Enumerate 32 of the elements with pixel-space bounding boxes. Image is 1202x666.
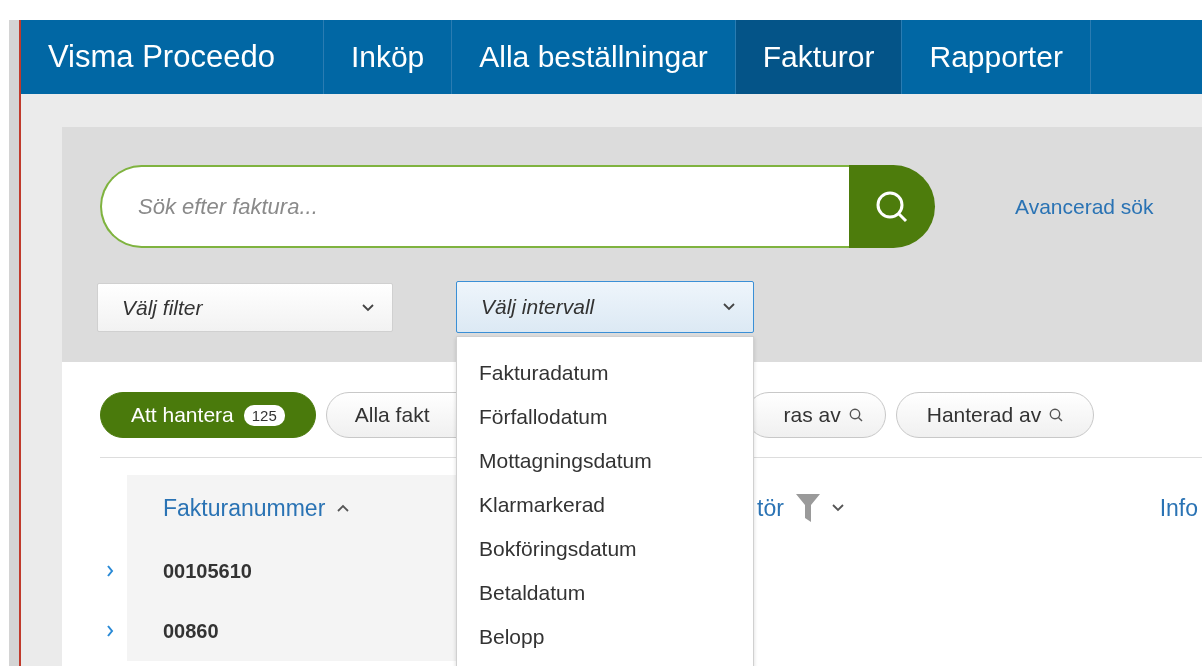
menu-item[interactable]: Klarmarkerad bbox=[457, 483, 753, 527]
menu-item[interactable]: Fakturadatum bbox=[457, 351, 753, 395]
nav-tab[interactable]: Inköp bbox=[323, 20, 453, 94]
menu-item[interactable]: Betaldatum bbox=[457, 571, 753, 615]
nav-tab[interactable]: Rapporter bbox=[902, 20, 1091, 94]
dropdown[interactable]: Välj filter bbox=[97, 283, 393, 332]
filter-chip[interactable]: Att hantera 125 bbox=[100, 392, 316, 438]
menu-item[interactable]: Bokföringsdatum bbox=[457, 527, 753, 571]
sort-up-icon bbox=[337, 504, 350, 512]
menu-item[interactable]: Mottagningsdatum bbox=[457, 439, 753, 483]
search-icon bbox=[848, 408, 863, 422]
dropdown[interactable]: Välj intervall bbox=[456, 281, 754, 333]
search-button[interactable] bbox=[849, 165, 935, 248]
advanced-search-link[interactable]: Avancerad sök bbox=[1015, 194, 1154, 219]
chevron-down-icon bbox=[723, 303, 735, 311]
chevron-down-icon bbox=[831, 504, 844, 512]
app-logo-text[interactable]: Visma Proceedo bbox=[21, 20, 324, 94]
filter-icon[interactable] bbox=[795, 494, 820, 522]
chevron-down-icon bbox=[362, 303, 374, 312]
nav-tab[interactable]: Alla beställningar bbox=[452, 20, 736, 94]
filter-chip[interactable]: Hanterad av bbox=[895, 392, 1095, 438]
table-cell: 00105610 bbox=[127, 541, 457, 601]
column-header[interactable]: Info bbox=[1159, 494, 1198, 522]
nav-tab[interactable]: Fakturor bbox=[735, 20, 903, 94]
expand-chevron-icon[interactable] bbox=[105, 625, 114, 637]
column-header[interactable]: tör bbox=[757, 494, 784, 522]
count-badge: 125 bbox=[243, 404, 285, 426]
search-icon bbox=[1049, 408, 1064, 422]
menu-item[interactable]: Belopp bbox=[457, 615, 753, 659]
table-cell: 00860 bbox=[127, 601, 457, 661]
expand-chevron-icon[interactable] bbox=[105, 565, 114, 577]
search-field[interactable]: Sök efter faktura... bbox=[100, 165, 849, 248]
